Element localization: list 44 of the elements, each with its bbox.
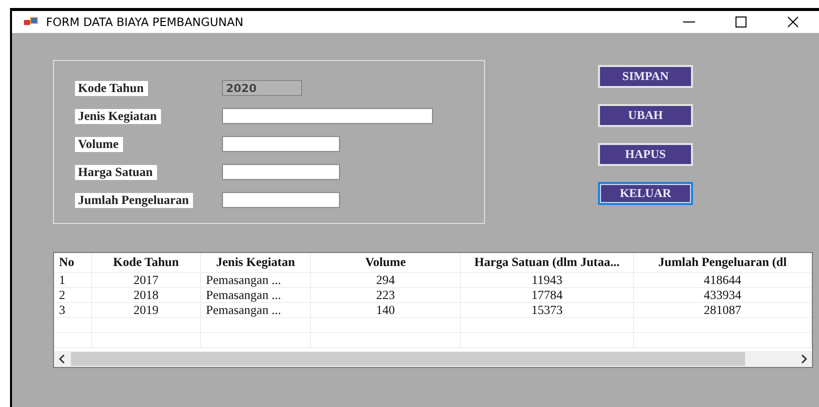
table-cell: 418644 (634, 273, 812, 288)
field-label: Jenis Kegiatan (75, 108, 161, 124)
app-icon (24, 17, 38, 27)
table-cell: 15373 (461, 303, 634, 318)
input-field[interactable] (222, 164, 340, 180)
action-button[interactable]: HAPUS (598, 143, 693, 166)
table-cell: 140 (311, 303, 461, 318)
table-cell: 2017 (92, 273, 201, 288)
window-title: FORM DATA BIAYA PEMBANGUNAN (46, 15, 244, 29)
table-cell: 2018 (92, 288, 201, 303)
table-cell (54, 333, 92, 348)
input-field[interactable] (222, 136, 340, 152)
table-cell: 281087 (634, 303, 812, 318)
column-header[interactable]: Harga Satuan (dlm Jutaa... (461, 253, 634, 273)
table-cell: Pemasangan ... (201, 273, 311, 288)
close-icon (787, 16, 799, 28)
table-cell: 1 (54, 273, 92, 288)
table-cell: Pemasangan ... (201, 303, 311, 318)
input-field[interactable] (222, 192, 340, 208)
input-field[interactable] (222, 108, 433, 124)
table-cell: 433934 (634, 288, 812, 303)
field-label: Kode Tahun (75, 80, 148, 96)
field-label: Harga Satuan (75, 164, 157, 180)
column-header[interactable]: Volume (311, 253, 461, 273)
table-cell: Pemasangan ... (201, 288, 311, 303)
horizontal-scrollbar[interactable] (54, 351, 812, 367)
action-button[interactable]: SIMPAN (598, 65, 693, 88)
maximize-icon (735, 16, 747, 28)
column-header[interactable]: Kode Tahun (92, 253, 201, 273)
column-header[interactable]: Jenis Kegiatan (201, 253, 311, 273)
table-cell: 294 (311, 273, 461, 288)
column-header[interactable]: Jumlah Pengeluaran (dl (634, 253, 812, 273)
action-button[interactable]: UBAH (598, 104, 693, 127)
table-cell: 11943 (461, 273, 634, 288)
column-header[interactable]: No (54, 253, 92, 273)
table-cell: 2019 (92, 303, 201, 318)
table-cell: 17784 (461, 288, 634, 303)
table-cell (54, 318, 92, 333)
table-cell: 2 (54, 288, 92, 303)
table-cell: 223 (311, 288, 461, 303)
table-cell: 3 (54, 303, 92, 318)
action-button[interactable]: KELUAR (598, 182, 693, 205)
field-label: Jumlah Pengeluaran (75, 192, 193, 208)
field-label: Volume (75, 136, 123, 152)
